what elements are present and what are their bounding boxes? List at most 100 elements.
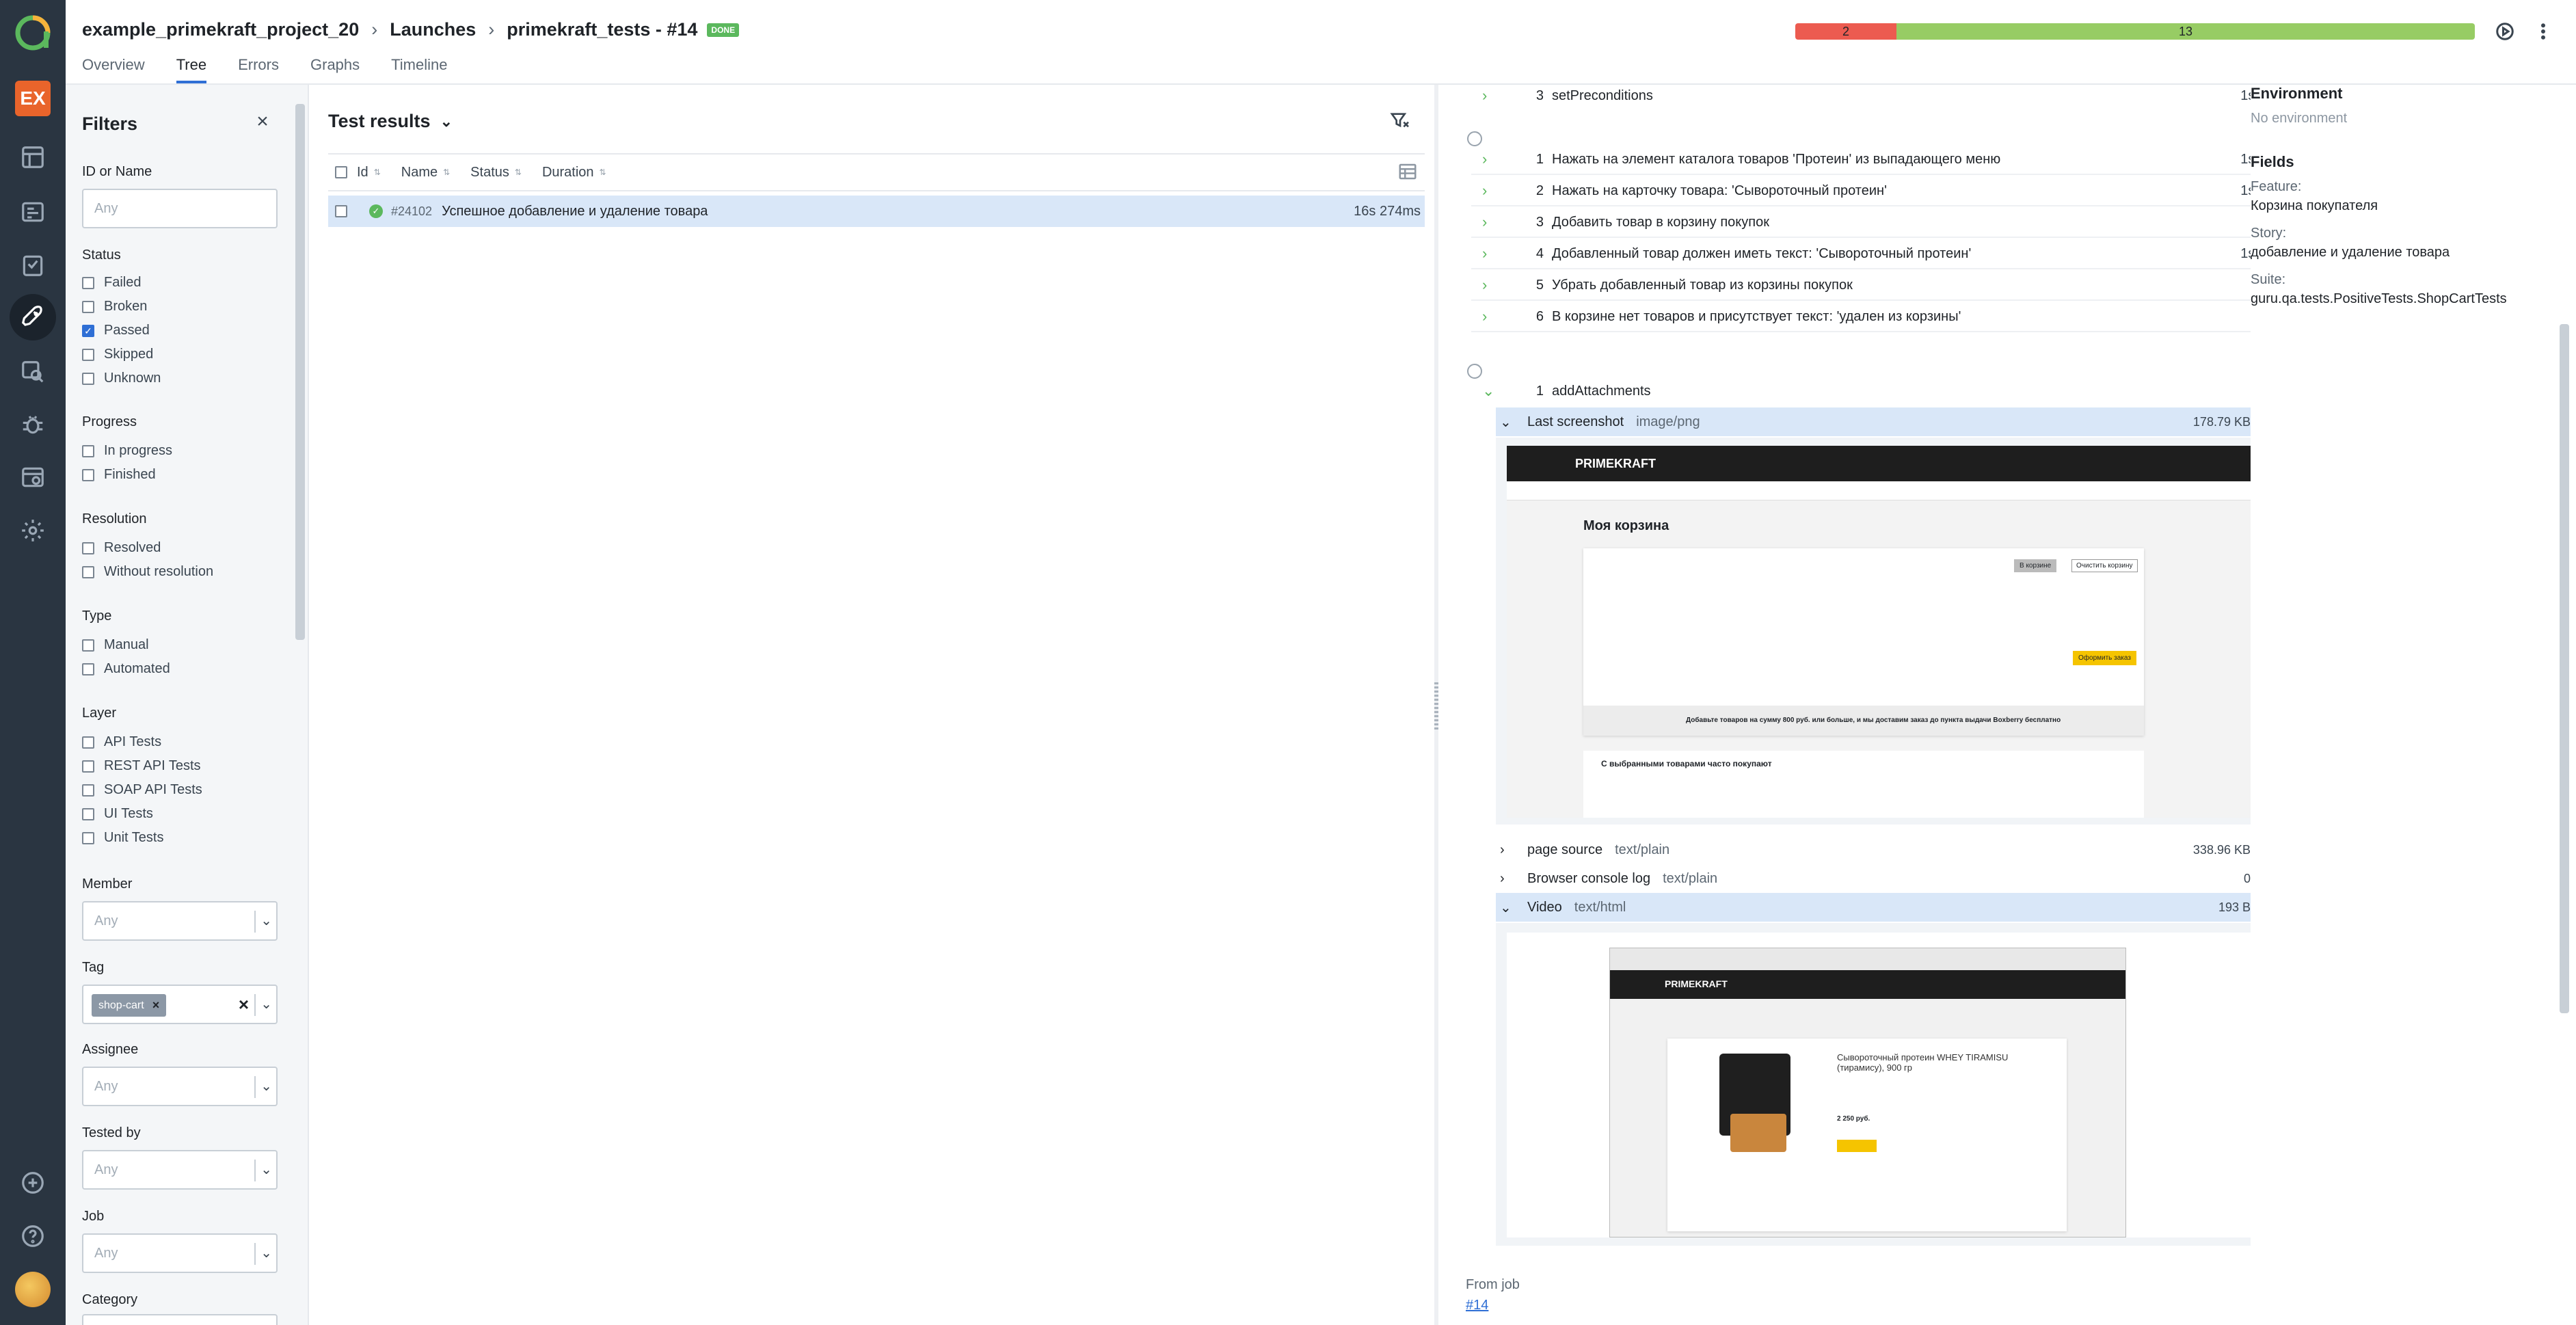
- clear-icon[interactable]: ×: [239, 994, 249, 1015]
- launch-tabs: Overview Tree Errors Graphs Timeline: [82, 56, 479, 83]
- category-select[interactable]: [82, 1314, 278, 1325]
- attachment-type: text/plain: [1615, 842, 1670, 857]
- close-icon[interactable]: ×: [252, 111, 273, 133]
- rerun-play-icon[interactable]: [2493, 19, 2517, 44]
- step-row[interactable]: › 6 В корзине нет товаров и присутствует…: [1471, 302, 2307, 332]
- status-passed-checkbox[interactable]: ✓ Passed: [82, 323, 150, 338]
- product-cake: [1730, 1114, 1786, 1152]
- column-status[interactable]: Status ⇅: [470, 165, 522, 180]
- column-duration[interactable]: Duration ⇅: [542, 165, 606, 180]
- attachment-name: Browser console log: [1527, 870, 1651, 886]
- drag-handle[interactable]: [1434, 682, 1438, 730]
- sort-icon: ⇅: [443, 168, 451, 177]
- checkbox-label: Broken: [104, 299, 148, 314]
- tab-graphs[interactable]: Graphs: [310, 56, 360, 83]
- launch-statistic-bar[interactable]: 2 13: [1795, 23, 2475, 40]
- step-row[interactable]: › 3 Добавить товар в корзину покупок 126…: [1471, 208, 2307, 238]
- chevron-down-icon: ⌄: [260, 1079, 272, 1094]
- select-all-checkbox[interactable]: [335, 166, 347, 178]
- layer-unit-checkbox[interactable]: Unit Tests: [82, 830, 163, 846]
- test-results-dropdown[interactable]: Test results ⌄: [328, 111, 453, 132]
- test-plans-icon[interactable]: [16, 249, 49, 282]
- column-id[interactable]: Id ⇅: [357, 165, 381, 180]
- layer-ui-checkbox[interactable]: UI Tests: [82, 806, 153, 822]
- test-result-details: › 3 setPreconditions 1s 605ms › 1 Нажать…: [1441, 85, 2576, 1325]
- step-row[interactable]: ⌄ 1 addAttachments 280ms: [1471, 376, 2307, 406]
- table-row[interactable]: ✓ #24102 Успешное добавление и удаление …: [328, 196, 1425, 227]
- status-badge: DONE: [707, 23, 740, 37]
- breadcrumb-launches[interactable]: Launches: [390, 19, 476, 40]
- analytics-search-icon[interactable]: [16, 356, 49, 388]
- panel-splitter[interactable]: [1434, 85, 1438, 1325]
- step-row[interactable]: › 4 Добавленный товар должен иметь текст…: [1471, 239, 2307, 269]
- step-number: 5: [1535, 277, 1544, 293]
- from-job-link[interactable]: #14: [1466, 1298, 1488, 1313]
- allure-logo-icon[interactable]: [14, 14, 52, 52]
- checkmark-icon: ✓: [82, 324, 94, 337]
- create-plus-icon[interactable]: [16, 1166, 49, 1199]
- member-select[interactable]: Any ⌄: [82, 901, 278, 941]
- column-name[interactable]: Name ⇅: [401, 165, 450, 180]
- assignee-select[interactable]: Any ⌄: [82, 1067, 278, 1106]
- settings-gear-icon[interactable]: [16, 514, 49, 547]
- progress-finished-checkbox[interactable]: Finished: [82, 467, 156, 483]
- row-checkbox[interactable]: [335, 205, 347, 217]
- attachment-row[interactable]: › page source text/plain 338.96 KB: [1496, 835, 2307, 864]
- step-label: Убрать добавленный товар из корзины поку…: [1552, 277, 1853, 293]
- jobs-icon[interactable]: [16, 461, 49, 494]
- tab-overview[interactable]: Overview: [82, 56, 145, 83]
- more-menu-icon[interactable]: [2531, 19, 2555, 44]
- progress-in-progress-checkbox[interactable]: In progress: [82, 443, 172, 459]
- step-number: 3: [1535, 214, 1544, 230]
- status-unknown-checkbox[interactable]: Unknown: [82, 371, 161, 386]
- attachment-row[interactable]: ⌄ Last screenshot image/png 178.79 KB: [1496, 407, 2307, 436]
- status-skipped-checkbox[interactable]: Skipped: [82, 347, 153, 362]
- step-label: addAttachments: [1552, 383, 1651, 399]
- progress-label: Progress: [82, 414, 137, 429]
- test-cases-icon[interactable]: [16, 196, 49, 228]
- breadcrumb-project[interactable]: example_primekraft_project_20: [82, 19, 359, 40]
- step-row[interactable]: › 3 setPreconditions 1s 605ms: [1471, 85, 2307, 111]
- attachment-row[interactable]: ⌄ Video text/html 193 B: [1496, 893, 2307, 922]
- details-scrollbar[interactable]: [2560, 324, 2569, 1013]
- step-row[interactable]: › 1 Нажать на элемент каталога товаров '…: [1471, 145, 2307, 175]
- project-avatar[interactable]: EX: [15, 81, 51, 116]
- help-icon[interactable]: [16, 1220, 49, 1253]
- screenshot-preview[interactable]: PRIMEKRAFT Моя корзина В корзине Очистит…: [1496, 438, 2307, 825]
- resolution-resolved-checkbox[interactable]: Resolved: [82, 540, 161, 556]
- tab-errors[interactable]: Errors: [238, 56, 279, 83]
- filters-scrollbar[interactable]: [295, 104, 305, 640]
- job-select[interactable]: Any ⌄: [82, 1233, 278, 1273]
- defects-bug-icon[interactable]: [16, 407, 49, 440]
- user-avatar[interactable]: [15, 1272, 51, 1307]
- tested-by-select[interactable]: Any ⌄: [82, 1150, 278, 1190]
- remove-tag-icon[interactable]: ×: [152, 998, 160, 1013]
- table-settings-icon[interactable]: [1397, 161, 1421, 185]
- status-broken-checkbox[interactable]: Broken: [82, 299, 147, 314]
- launches-rocket-icon[interactable]: [10, 294, 56, 340]
- resolution-without-checkbox[interactable]: Without resolution: [82, 564, 213, 580]
- chevron-down-icon: ⌄: [260, 913, 272, 928]
- dashboard-icon[interactable]: [16, 141, 49, 174]
- layer-api-checkbox[interactable]: API Tests: [82, 734, 161, 750]
- column-label: Name: [401, 164, 438, 180]
- video-preview[interactable]: PRIMEKRAFT Сывороточный протеин WHEY TIR…: [1496, 923, 2307, 1246]
- type-automated-checkbox[interactable]: Automated: [82, 661, 170, 677]
- checkbox-label: Resolved: [104, 540, 161, 555]
- layer-soap-checkbox[interactable]: SOAP API Tests: [82, 782, 202, 798]
- id-or-name-input[interactable]: Any: [82, 189, 278, 228]
- status-failed-checkbox[interactable]: Failed: [82, 275, 141, 291]
- type-manual-checkbox[interactable]: Manual: [82, 637, 149, 653]
- attachment-name: Last screenshot: [1527, 414, 1624, 429]
- attachment-row[interactable]: › Browser console log text/plain 0: [1496, 864, 2307, 893]
- clear-filters-icon[interactable]: [1389, 109, 1414, 134]
- step-row[interactable]: › 5 Убрать добавленный товар из корзины …: [1471, 271, 2307, 301]
- step-number: 4: [1535, 245, 1544, 261]
- tag-select[interactable]: shop-cart × × ⌄: [82, 985, 278, 1024]
- step-row[interactable]: › 2 Нажать на карточку товара: 'Сыворото…: [1471, 176, 2307, 206]
- tab-timeline[interactable]: Timeline: [391, 56, 447, 83]
- layer-rest-checkbox[interactable]: REST API Tests: [82, 758, 201, 774]
- step-number: 6: [1535, 308, 1544, 324]
- tab-tree[interactable]: Tree: [176, 56, 207, 83]
- sort-icon: ⇅: [373, 168, 381, 177]
